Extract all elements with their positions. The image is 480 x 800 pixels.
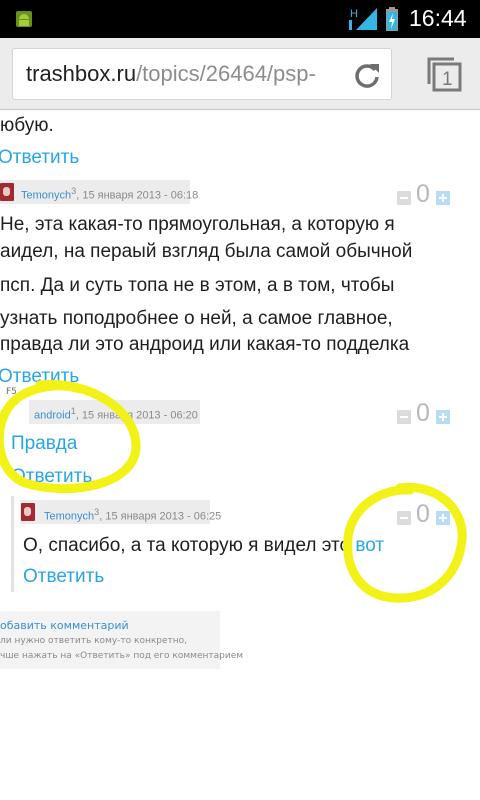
vote-up-button[interactable] [436,191,450,205]
reply-link[interactable]: Ответить [0,147,79,169]
battery-icon [386,7,398,31]
avatar [21,503,35,521]
page-content: юбую. Ответить Temonych3, 15 января 2013… [0,110,480,800]
network-type-label: H [350,8,358,20]
comment-date: , 15 января 2013 - 06:25 [99,510,222,523]
signal-icon: H [349,8,377,30]
comment-meta: android1, 15 января 2013 - 06:20 [34,406,198,422]
comment-text-line: псп. Да и суть топа не в этом, а в том, … [0,275,395,296]
android-debug-icon [16,11,32,27]
comment-text: Правда [11,433,78,454]
status-bar: H 16:44 [0,0,480,38]
comment-author[interactable]: android [34,410,71,422]
browser-toolbar: trashbox.ru/topics/26464/psp- 1 [0,38,480,110]
previous-comment-fragment: юбую. [0,115,54,136]
reply-link[interactable]: Ответить [23,566,104,588]
comment-date: , 15 января 2013 - 06:18 [76,189,199,202]
comment-inline-link[interactable]: вот [355,535,384,556]
address-bar[interactable]: trashbox.ru/topics/26464/psp- [12,48,392,100]
vote-down-button[interactable] [397,410,411,424]
add-comment-hint: ли нужно ответить кому-то конкретно, [0,636,188,646]
tabs-icon[interactable]: 1 [426,56,462,92]
vote-up-button[interactable] [436,410,450,424]
add-comment-box: обавить комментарий ли нужно ответить ко… [0,611,243,669]
url-host: trashbox.ru [26,61,137,86]
comment-vote: 0 [397,180,453,211]
add-comment-link[interactable]: обавить комментарий [0,619,129,632]
status-clock: 16:44 [409,5,467,31]
tab-count: 1 [442,69,453,90]
thread-line [11,496,14,592]
comment-score: 0 [416,399,430,427]
comment-score: 0 [416,180,430,208]
comment-text: О, спасибо, а та которую я видел это вот [23,533,384,559]
url-text[interactable]: trashbox.ru/topics/26464/psp- [26,61,316,87]
vote-down-button[interactable] [397,511,411,525]
comment-label: F5 [6,387,17,397]
reply-link[interactable]: Ответить [11,466,92,488]
url-path: /topics/26464/psp- [136,61,316,86]
comment-date: , 15 января 2013 - 06:20 [75,409,198,422]
comment-text-body: О, спасибо, а та которую я видел это [23,535,356,556]
comment-meta: Temonych3, 15 января 2013 - 06:18 [21,186,198,202]
comment-text-line: узнать поподробнее о ней, а самое главно… [0,308,393,329]
comment-vote: 0 [397,399,453,430]
comment-meta: Temonych3, 15 января 2013 - 06:25 [44,507,221,523]
comment-text-line: Не, эта какая-то прямоугольная, а котору… [0,214,395,235]
refresh-icon [355,64,379,88]
comment-text-line: аидел, на пераый взгляд была самой обычн… [0,241,413,262]
comment-text-line: правда ли это андроид или какая-то подде… [0,334,410,355]
comment-author[interactable]: Temonych [21,190,71,202]
phone-screen: H 16:44 trashbox.ru/topics/26464/psp- 1 … [0,0,480,800]
comment-vote: 0 [397,500,453,531]
vote-down-button[interactable] [397,191,411,205]
refresh-button[interactable] [339,49,391,99]
avatar [0,183,14,201]
comment-score: 0 [416,500,430,528]
vote-up-button[interactable] [436,511,450,525]
comment-author[interactable]: Temonych [44,511,94,523]
add-comment-hint: чше нажать на «Ответить» под его коммент… [0,651,244,661]
reply-link[interactable]: Ответить [0,366,79,388]
